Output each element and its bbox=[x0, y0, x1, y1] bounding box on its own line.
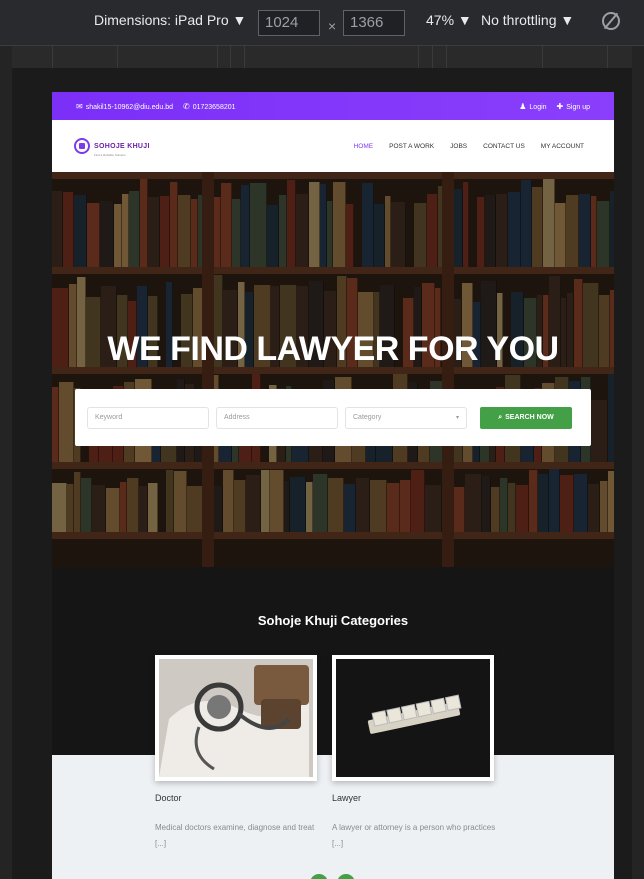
login-text: Login bbox=[529, 103, 547, 111]
devtools-device-toolbar: Dimensions: iPad Pro ▼ 1024 × 1366 47% ▼… bbox=[0, 0, 644, 46]
search-icon: ⌕ bbox=[498, 413, 503, 421]
main-navbar: SOHOJE KHUJI Find a Reliable Solution HO… bbox=[52, 120, 614, 172]
scrabble-tiles-illustration bbox=[336, 659, 490, 777]
doctor-stethoscope-image bbox=[159, 659, 313, 777]
category-desc-lawyer: A lawyer or attorney is a person who pra… bbox=[332, 823, 496, 848]
email-text: shakil15-10962@diu.edu.bd bbox=[85, 103, 173, 111]
hero-overlay bbox=[52, 172, 614, 567]
times-sign: × bbox=[328, 18, 337, 34]
category-name-doctor[interactable]: Doctor bbox=[155, 793, 182, 803]
envelope-icon: ✉ bbox=[76, 101, 83, 111]
height-input[interactable]: 1366 bbox=[343, 10, 405, 36]
logo-name: SOHOJE KHUJI bbox=[94, 143, 150, 150]
phone-link[interactable]: ✆ 01723658201 bbox=[183, 102, 236, 111]
category-desc-doctor: Medical doctors examine, diagnose and tr… bbox=[155, 823, 315, 848]
category-card-lawyer[interactable] bbox=[332, 655, 494, 781]
media-query-ruler bbox=[12, 46, 632, 68]
hero-section: WE FIND LAWYER FOR YOU Keyword Address C… bbox=[52, 172, 614, 567]
search-now-label: SEARCH NOW bbox=[505, 414, 554, 421]
categories-section: Sohoje Khuji Categories Doctor Lawyer Me… bbox=[52, 567, 614, 879]
logo-globe-icon bbox=[74, 138, 90, 154]
menu-item-jobs[interactable]: JOBS bbox=[450, 143, 467, 150]
category-select[interactable]: Category ▾ bbox=[345, 406, 467, 429]
menu-item-my-account[interactable]: MY ACCOUNT bbox=[541, 143, 584, 150]
phone-icon: ✆ bbox=[182, 101, 190, 111]
hero-title: WE FIND LAWYER FOR YOU bbox=[107, 330, 559, 368]
main-menu: HOME POST A WORK JOBS CONTACT US MY ACCO… bbox=[354, 143, 584, 150]
email-link[interactable]: ✉ shakil15-10962@diu.edu.bd bbox=[76, 102, 173, 111]
search-now-button[interactable]: ⌕ SEARCH NOW bbox=[480, 406, 572, 429]
stethoscope-illustration bbox=[159, 659, 313, 777]
plus-icon: ✚ bbox=[556, 101, 564, 111]
category-card-doctor[interactable] bbox=[155, 655, 317, 781]
category-name-lawyer[interactable]: Lawyer bbox=[332, 793, 361, 803]
site-logo[interactable]: SOHOJE KHUJI Find a Reliable Solution bbox=[74, 135, 150, 157]
search-form: Keyword Address Category ▾ ⌕ SEARCH NOW bbox=[75, 389, 591, 446]
contact-topbar: ✉ shakil15-10962@diu.edu.bd ✆ 01723658201 … bbox=[52, 92, 614, 120]
dimensions-dropdown[interactable]: Dimensions: iPad Pro ▼ bbox=[94, 12, 246, 28]
zoom-dropdown[interactable]: 47% ▼ bbox=[426, 12, 472, 28]
categories-title: Sohoje Khuji Categories bbox=[257, 613, 409, 628]
width-input[interactable]: 1024 bbox=[258, 10, 320, 36]
login-link[interactable]: ♟ Login bbox=[519, 102, 546, 111]
signup-text: Sign up bbox=[566, 103, 590, 111]
logo-tagline: Find a Reliable Solution bbox=[94, 153, 126, 157]
phone-text: 01723658201 bbox=[192, 103, 236, 111]
category-select-label: Category bbox=[353, 413, 382, 421]
emulated-page: ✉ shakil15-10962@diu.edu.bd ✆ 01723658201 … bbox=[52, 92, 614, 879]
lawyer-scrabble-image bbox=[336, 659, 490, 777]
throttling-dropdown[interactable]: No throttling ▼ bbox=[481, 12, 574, 28]
rotate-icon[interactable] bbox=[602, 12, 620, 30]
chevron-down-icon: ▾ bbox=[455, 414, 459, 421]
keyword-input[interactable]: Keyword bbox=[87, 406, 209, 429]
signup-link[interactable]: ✚ Sign up bbox=[557, 102, 590, 111]
user-icon: ♟ bbox=[519, 101, 527, 111]
menu-item-contact-us[interactable]: CONTACT US bbox=[483, 143, 525, 150]
menu-item-home[interactable]: HOME bbox=[354, 143, 374, 150]
menu-item-post-a-work[interactable]: POST A WORK bbox=[389, 143, 434, 150]
address-input[interactable]: Address bbox=[216, 406, 338, 429]
